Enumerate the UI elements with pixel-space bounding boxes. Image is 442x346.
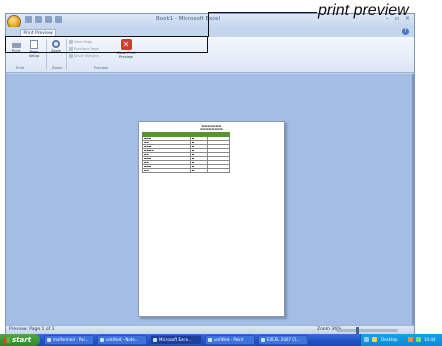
- taskbar-item[interactable]: malformed - Pai...: [44, 335, 94, 345]
- preview-table: ▬▬▬ ▬ ▬▬ ▬ ▬▬▬ ▬ ▬▬▬▬ ▬ ▬▬ ▬ ▬▬▬ ▬ ▬▬ ▬ ▬▬▬ ▬ ▬▬…: [142, 132, 230, 173]
- status-bar: Preview: Page 1 of 1 Zoom 36%: [6, 325, 414, 334]
- quick-access-toolbar: [25, 16, 62, 25]
- taskbar-item-label: untitled - Note...: [106, 337, 139, 342]
- taskbar-item-label: malformed - Pai...: [53, 337, 89, 342]
- system-tray: Desktop 10:44: [360, 334, 442, 346]
- taskbar-item[interactable]: untitled - Note...: [97, 335, 147, 345]
- vertical-scrollbar[interactable]: [412, 74, 414, 325]
- excel-icon: [153, 338, 157, 342]
- customize-qat-icon[interactable]: [55, 16, 62, 23]
- taskbar-item-label: untitled - Paint: [214, 337, 244, 342]
- callout-leader: [208, 12, 209, 37]
- paint-icon: [47, 338, 51, 342]
- group-label-zoom: Zoom: [52, 66, 63, 70]
- taskbar-item[interactable]: EXCEL 2007 Cl...: [258, 335, 308, 345]
- paint-icon: [208, 338, 212, 342]
- save-icon[interactable]: [25, 16, 32, 23]
- show-margins-label: Show Margins: [74, 54, 99, 58]
- network-icon[interactable]: [372, 337, 377, 342]
- page-heading-line: ▬▬▬▬▬▬▬▬: [200, 127, 223, 131]
- callout-leader: [209, 12, 317, 13]
- desktop-toolbar[interactable]: Desktop: [381, 337, 398, 342]
- notepad-icon: [100, 338, 104, 342]
- taskbar-item-label: Microsoft Exce...: [159, 337, 192, 342]
- show-margins-checkbox[interactable]: Show Margins: [69, 54, 99, 58]
- window-title: Book1 - Microsoft Excel: [156, 16, 221, 22]
- start-button[interactable]: start: [0, 334, 40, 346]
- language-icon[interactable]: [364, 337, 369, 342]
- clock: 10:44: [424, 337, 436, 342]
- zoom-slider[interactable]: [336, 327, 398, 334]
- table-row: ▬▬ ▬: [142, 168, 230, 173]
- help-icon[interactable]: ?: [402, 28, 409, 35]
- status-text: Preview: Page 1 of 1: [9, 327, 55, 332]
- preview-page: ▬▬▬▬▬▬▬ ▬▬▬▬▬▬▬▬ ▬▬▬ ▬ ▬▬ ▬ ▬▬▬ ▬ ▬▬▬▬ ▬ ▬▬ ▬…: [138, 121, 285, 317]
- windows-taskbar: start malformed - Pai... untitled - Note…: [0, 334, 442, 346]
- undo-icon[interactable]: [35, 16, 42, 23]
- taskbar-item-label: EXCEL 2007 Cl...: [267, 337, 300, 342]
- checkbox-icon: [69, 54, 73, 58]
- group-label-preview: Preview: [94, 66, 108, 70]
- security-icon[interactable]: [416, 337, 421, 342]
- redo-icon[interactable]: [45, 16, 52, 23]
- volume-icon[interactable]: [408, 337, 413, 342]
- start-label: start: [12, 336, 32, 344]
- windows-logo-icon: [3, 337, 10, 343]
- taskbar-item[interactable]: Microsoft Exce...: [150, 335, 202, 345]
- zoom-slider-handle[interactable]: [356, 327, 359, 334]
- taskbar-item[interactable]: untitled - Paint: [205, 335, 255, 345]
- group-label-print: Print: [16, 66, 25, 70]
- print-preview-highlight: [5, 36, 208, 53]
- callout-label: print preview: [318, 2, 409, 19]
- folder-icon: [261, 338, 265, 342]
- screenshot: Book1 - Microsoft Excel – ▫ × Print Prev…: [0, 0, 442, 346]
